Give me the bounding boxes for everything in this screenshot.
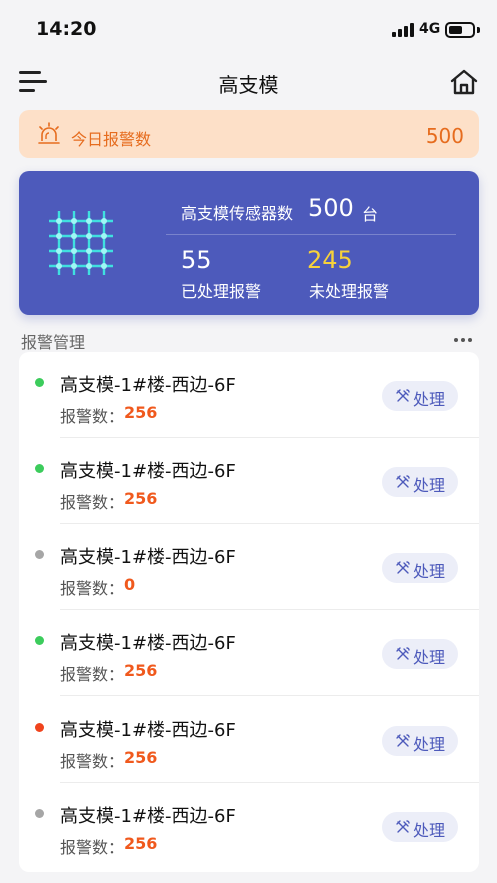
- alarm-item-title: 高支模-1#楼-西边-6F: [60, 806, 236, 827]
- alarm-count-label: 报警数：: [60, 579, 125, 598]
- status-dot: [35, 378, 44, 387]
- tools-icon: [396, 734, 410, 747]
- alarm-bell-icon: [38, 122, 60, 144]
- today-alarm-count: 500: [425, 124, 464, 148]
- handled-alarm-label[interactable]: 已处理报警: [181, 278, 261, 302]
- unhandled-alarm-label[interactable]: 未处理报警: [309, 278, 389, 302]
- alarm-count-label: 报警数：: [60, 493, 125, 512]
- alarm-count-value: 256: [124, 834, 158, 853]
- handle-button[interactable]: 处理: [382, 812, 458, 842]
- tools-icon: [396, 561, 410, 574]
- tools-icon: [396, 820, 410, 833]
- network-type: 4G: [419, 21, 441, 37]
- tools-icon: [396, 475, 410, 488]
- handle-button[interactable]: 处理: [382, 467, 458, 497]
- alarm-list-item[interactable]: 高支模-1#楼-西边-6F 报警数： 256 处理: [19, 352, 479, 438]
- alarm-list-item[interactable]: 高支模-1#楼-西边-6F 报警数： 256 处理: [19, 783, 479, 869]
- handle-button-label: 处理: [413, 648, 446, 667]
- status-dot: [35, 550, 44, 559]
- alarm-item-title: 高支模-1#楼-西边-6F: [60, 547, 236, 568]
- alarm-count-value: 256: [124, 661, 158, 680]
- today-alarm-banner[interactable]: 今日报警数 500: [19, 110, 479, 158]
- status-dot: [35, 464, 44, 473]
- sensor-count-unit: 台: [362, 205, 379, 224]
- handle-button[interactable]: 处理: [382, 553, 458, 583]
- home-icon[interactable]: [449, 68, 479, 96]
- handled-alarm-count[interactable]: 55: [181, 246, 212, 274]
- status-bar: 14:20 4G: [0, 0, 497, 58]
- page-title: 高支模: [218, 73, 279, 97]
- alarm-list-item[interactable]: 高支模-1#楼-西边-6F 报警数： 256 处理: [19, 438, 479, 524]
- alarm-item-title: 高支模-1#楼-西边-6F: [60, 461, 236, 482]
- handle-button-label: 处理: [413, 476, 446, 495]
- alarm-list-item[interactable]: 高支模-1#楼-西边-6F 报警数： 256 处理: [19, 697, 479, 783]
- handle-button-label: 处理: [413, 735, 446, 754]
- nav-bar: 高支模: [0, 58, 497, 106]
- sensor-count-value: 500: [308, 194, 354, 222]
- alarm-item-title: 高支模-1#楼-西边-6F: [60, 633, 236, 654]
- battery-icon: [445, 22, 475, 38]
- alarm-item-title: 高支模-1#楼-西边-6F: [60, 720, 236, 741]
- alarm-count-value: 256: [124, 489, 158, 508]
- handle-button[interactable]: 处理: [382, 381, 458, 411]
- alarm-item-title: 高支模-1#楼-西边-6F: [60, 375, 236, 396]
- alarm-count-label: 报警数：: [60, 665, 125, 684]
- card-divider: [166, 234, 456, 235]
- more-icon[interactable]: [451, 336, 475, 344]
- handle-button-label: 处理: [413, 390, 446, 409]
- status-dot: [35, 809, 44, 818]
- signal-icon: [392, 23, 414, 37]
- handle-button-label: 处理: [413, 562, 446, 581]
- alarm-list-item[interactable]: 高支模-1#楼-西边-6F 报警数： 256 处理: [19, 610, 479, 696]
- battery-fill: [449, 26, 462, 34]
- status-dot: [35, 723, 44, 732]
- tools-icon: [396, 389, 410, 402]
- alarm-count-value: 256: [124, 748, 158, 767]
- alarm-count-value: 0: [124, 575, 136, 594]
- alarm-count-label: 报警数：: [60, 838, 125, 857]
- alarm-list: 高支模-1#楼-西边-6F 报警数： 256 处理 高支模-1#楼-西边-6F …: [19, 352, 479, 872]
- alarm-count-value: 256: [124, 403, 158, 422]
- alarm-count-label: 报警数：: [60, 752, 125, 771]
- today-alarm-label: 今日报警数: [71, 130, 152, 149]
- handle-button[interactable]: 处理: [382, 639, 458, 669]
- sensor-summary-card: 高支模传感器数 500 台 55 已处理报警 245 未处理报警: [19, 171, 479, 315]
- tools-icon: [396, 647, 410, 660]
- list-divider: [60, 695, 479, 696]
- status-dot: [35, 636, 44, 645]
- unhandled-alarm-count[interactable]: 245: [307, 246, 353, 274]
- alarm-count-label: 报警数：: [60, 407, 125, 426]
- sensor-grid-icon: [49, 211, 113, 275]
- alarm-list-item[interactable]: 高支模-1#楼-西边-6F 报警数： 0 处理: [19, 524, 479, 610]
- sensor-count-label: 高支模传感器数: [181, 204, 294, 223]
- status-time: 14:20: [36, 18, 97, 40]
- battery-cap: [477, 27, 480, 33]
- handle-button[interactable]: 处理: [382, 726, 458, 756]
- section-title: 报警管理: [21, 333, 86, 352]
- handle-button-label: 处理: [413, 821, 446, 840]
